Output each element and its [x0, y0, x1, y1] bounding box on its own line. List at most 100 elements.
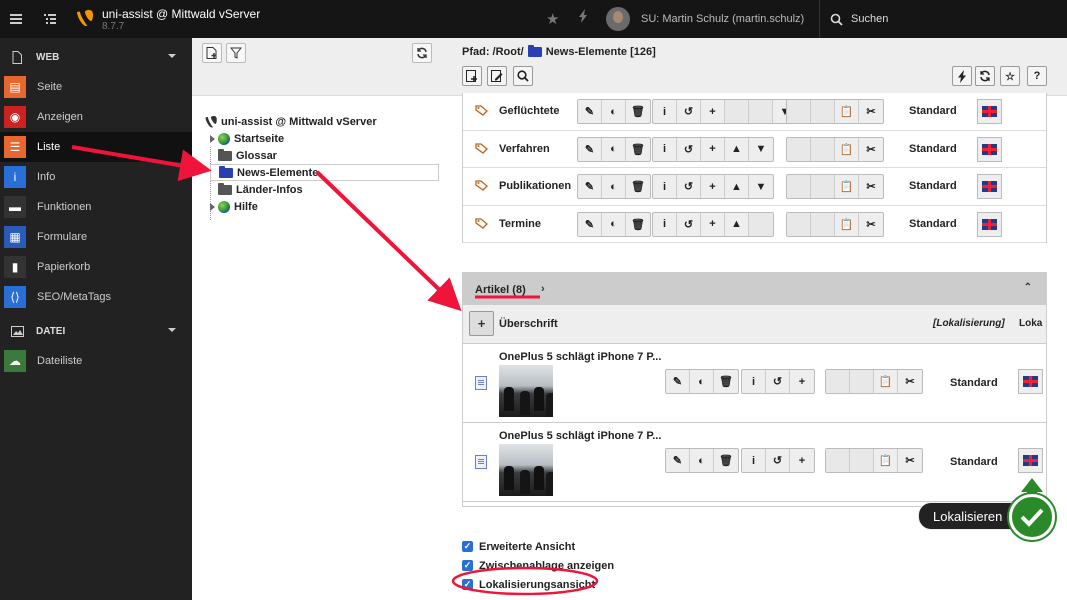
toggle-button[interactable]: ◐ — [690, 449, 714, 472]
clear-cache-button[interactable] — [952, 66, 972, 86]
tree-item-glossar[interactable]: Glossar — [210, 147, 442, 164]
record-title[interactable]: Publikationen — [499, 180, 571, 192]
info-button[interactable]: i — [653, 175, 677, 198]
delete-button[interactable]: 🗑 — [626, 138, 650, 161]
new-page-button[interactable] — [202, 43, 222, 63]
refresh-tree-button[interactable] — [412, 43, 432, 63]
edit-button[interactable]: ✎ — [666, 449, 690, 472]
new-button[interactable]: + — [701, 212, 725, 236]
cut-button[interactable]: ✂ — [859, 100, 883, 123]
module-item-info[interactable]: i Info — [0, 162, 192, 192]
info-button[interactable]: i — [653, 100, 677, 123]
delete-button[interactable]: 🗑 — [626, 175, 650, 198]
checkbox-checked-icon[interactable]: ✓ — [462, 579, 473, 590]
tree-item-startseite[interactable]: Startseite — [210, 130, 442, 147]
localize-flag-button[interactable] — [977, 174, 1002, 199]
clipboard-button[interactable]: 📋 — [835, 212, 859, 236]
delete-button[interactable]: 🗑 — [626, 213, 650, 236]
record-title[interactable]: Termine — [499, 218, 541, 230]
toggle-button[interactable]: ◐ — [602, 212, 626, 236]
tree-item-laender-infos[interactable]: Länder-Infos — [210, 181, 442, 198]
delete-button[interactable]: 🗑 — [714, 370, 738, 393]
module-item-formulare[interactable]: ▦ Formulare — [0, 222, 192, 252]
flush-cache-bolt-icon[interactable] — [579, 9, 588, 26]
cut-button[interactable]: ✂ — [859, 175, 883, 198]
info-button[interactable]: i — [742, 370, 766, 393]
move-down-button[interactable]: ▼ — [749, 175, 773, 198]
new-button[interactable]: + — [790, 370, 814, 393]
option-localization-view[interactable]: ✓ Lokalisierungsansicht — [462, 575, 614, 594]
module-group-file[interactable]: DATEI — [0, 316, 192, 346]
new-button[interactable]: + — [701, 137, 725, 161]
search-toggle[interactable]: Suchen — [819, 0, 909, 38]
edit-button[interactable]: ✎ — [578, 212, 602, 236]
news-record-icon[interactable] — [475, 455, 487, 469]
new-record-button[interactable] — [462, 66, 482, 86]
option-clipboard[interactable]: ✓ Zwischenablage anzeigen — [462, 556, 614, 575]
clipboard-button[interactable]: 📋 — [835, 175, 859, 198]
module-item-dateiliste[interactable]: ☁ Dateiliste — [0, 346, 192, 376]
history-button[interactable]: ↺ — [766, 370, 790, 393]
expand-caret-icon[interactable] — [210, 202, 215, 211]
bookmark-button[interactable]: ☆ — [1000, 66, 1020, 86]
module-item-funktionen[interactable]: ▬ Funktionen — [0, 192, 192, 222]
column-header-title[interactable]: Überschrift — [499, 318, 558, 330]
clipboard-button[interactable]: 📋 — [874, 370, 898, 393]
module-item-papierkorb[interactable]: ▮ Papierkorb — [0, 252, 192, 282]
cut-button[interactable]: ✂ — [859, 138, 883, 161]
module-item-seo-metatags[interactable]: ⟨⟩ SEO/MetaTags — [0, 282, 192, 312]
toggle-button[interactable]: ◐ — [602, 100, 626, 123]
move-up-button[interactable]: ▲ — [725, 212, 749, 236]
typo3-logo[interactable] — [76, 9, 94, 29]
history-button[interactable]: ↺ — [677, 137, 701, 161]
expand-caret-icon[interactable] — [210, 134, 215, 143]
localize-flag-button[interactable] — [977, 211, 1002, 237]
clipboard-button[interactable]: 📋 — [835, 137, 859, 161]
toggle-button[interactable]: ◐ — [690, 370, 714, 393]
history-button[interactable]: ↺ — [766, 449, 790, 472]
move-down-button[interactable]: ▼ — [749, 138, 773, 161]
localize-flag-button[interactable] — [1018, 448, 1043, 473]
localize-flag-button[interactable] — [977, 99, 1002, 124]
filter-button[interactable] — [226, 43, 246, 63]
localize-flag-button[interactable] — [977, 136, 1002, 162]
hamburger-menu-icon[interactable] — [0, 0, 32, 38]
info-button[interactable]: i — [653, 212, 677, 236]
info-button[interactable]: i — [742, 449, 766, 472]
record-title[interactable]: OnePlus 5 schlägt iPhone 7 P... — [499, 430, 661, 442]
edit-page-button[interactable] — [487, 66, 507, 86]
clipboard-button[interactable]: 📋 — [835, 100, 859, 123]
checkbox-checked-icon[interactable]: ✓ — [462, 560, 473, 571]
chevron-right-icon[interactable]: › — [541, 283, 545, 295]
bookmark-star-icon[interactable]: ★ — [546, 10, 559, 28]
tree-root[interactable]: uni-assist @ Mittwald vServer — [202, 113, 442, 130]
cut-button[interactable]: ✂ — [859, 213, 883, 236]
cut-button[interactable]: ✂ — [898, 449, 922, 472]
add-artikel-button[interactable]: + — [469, 311, 494, 336]
module-item-seite[interactable]: ▤ Seite — [0, 72, 192, 102]
clipboard-button[interactable]: 📋 — [874, 449, 898, 472]
toggle-button[interactable]: ◐ — [602, 137, 626, 161]
toggle-button[interactable]: ◐ — [602, 175, 626, 198]
help-button[interactable]: ? — [1027, 66, 1047, 86]
edit-button[interactable]: ✎ — [578, 175, 602, 198]
new-button[interactable]: + — [701, 100, 725, 123]
news-record-icon[interactable] — [475, 376, 487, 390]
record-title[interactable]: Verfahren — [499, 143, 550, 155]
checkbox-checked-icon[interactable]: ✓ — [462, 541, 473, 552]
module-item-liste[interactable]: ☰ Liste — [0, 132, 192, 162]
delete-button[interactable]: 🗑 — [714, 449, 738, 472]
page-tree-toggle-icon[interactable] — [34, 0, 66, 38]
info-button[interactable]: i — [653, 137, 677, 161]
record-title[interactable]: Geflüchtete — [499, 105, 560, 117]
move-up-button[interactable]: ▲ — [725, 137, 749, 161]
edit-button[interactable]: ✎ — [666, 370, 690, 393]
history-button[interactable]: ↺ — [677, 212, 701, 236]
localize-flag-button[interactable] — [1018, 369, 1043, 394]
delete-button[interactable]: 🗑 — [626, 100, 650, 123]
reload-button[interactable] — [975, 66, 995, 86]
tree-item-hilfe[interactable]: Hilfe — [210, 198, 442, 215]
collapse-caret-icon[interactable]: ⌃ — [1024, 282, 1032, 293]
new-button[interactable]: + — [701, 175, 725, 198]
option-extended-view[interactable]: ✓ Erweiterte Ansicht — [462, 537, 614, 556]
